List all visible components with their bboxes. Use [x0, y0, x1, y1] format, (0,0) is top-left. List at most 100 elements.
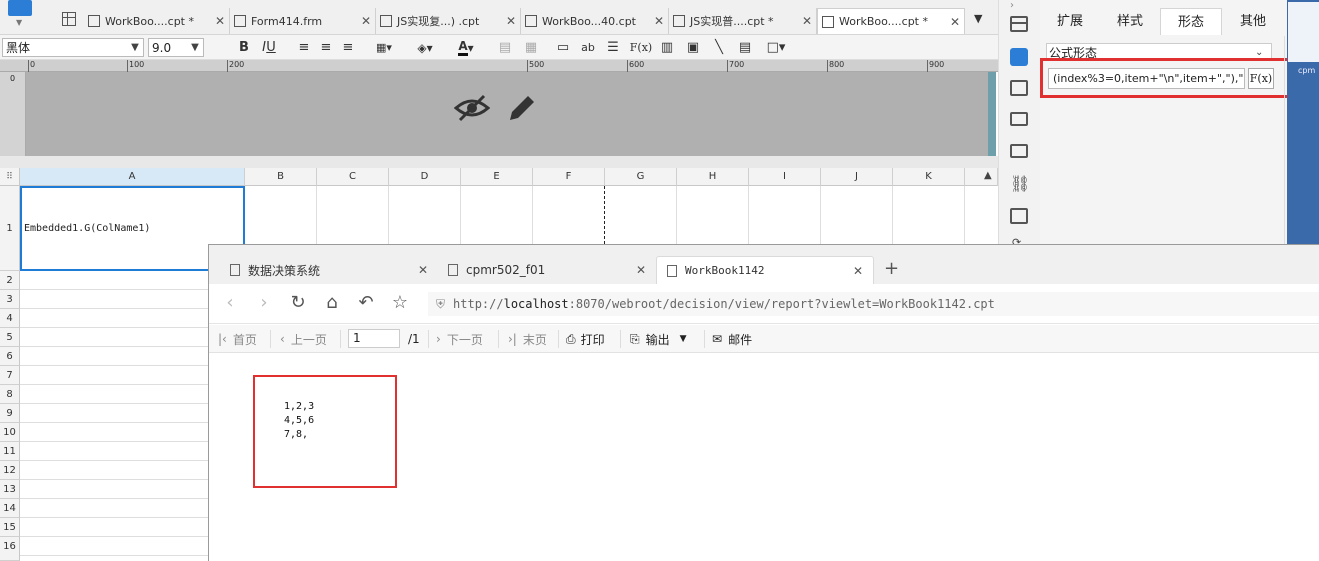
undo-icon[interactable]: ↶: [354, 291, 378, 315]
formula-fx-button[interactable]: F(x): [630, 39, 652, 56]
slash-line-icon[interactable]: ╲: [710, 39, 728, 56]
close-icon[interactable]: ✕: [946, 15, 960, 29]
frame-dropdown-icon[interactable]: □▾: [762, 39, 790, 56]
tab-workbook-1[interactable]: WorkBoo....cpt * ✕: [84, 8, 230, 34]
canvas-scrollbar[interactable]: [988, 72, 996, 156]
tab-extend[interactable]: 扩展: [1040, 8, 1100, 35]
import-icon[interactable]: [1010, 208, 1028, 224]
close-icon[interactable]: ✕: [211, 14, 225, 28]
close-icon[interactable]: ✕: [418, 263, 428, 277]
row-header-15[interactable]: 15: [0, 518, 20, 537]
grid-view-icon[interactable]: [62, 12, 76, 26]
widget-settings-icon[interactable]: [1010, 48, 1028, 66]
row-header-10[interactable]: 10: [0, 423, 20, 442]
prev-page-button[interactable]: ‹ 上一页: [280, 330, 327, 348]
align-right-icon[interactable]: ≡: [340, 39, 356, 56]
unmerge-cells-icon[interactable]: ▦: [522, 39, 540, 56]
row-header-12[interactable]: 12: [0, 461, 20, 480]
tab-style[interactable]: 样式: [1100, 8, 1160, 35]
new-tab-button[interactable]: +: [884, 256, 904, 282]
print-button[interactable]: ⎙ 打印: [566, 330, 605, 348]
row-header-2[interactable]: 2: [0, 271, 20, 290]
column-header-k[interactable]: K: [893, 168, 965, 186]
column-header-e[interactable]: E: [461, 168, 533, 186]
page-number-input[interactable]: 1: [348, 329, 400, 348]
export-button[interactable]: ⎘ 输出 ▼: [630, 330, 687, 348]
bookmark-star-icon[interactable]: ☆: [388, 291, 412, 315]
underline-button[interactable]: U: [263, 39, 279, 56]
tab-list-dropdown-icon[interactable]: ▼: [974, 12, 982, 25]
home-icon[interactable]: ⌂: [320, 291, 344, 315]
row-header-4[interactable]: 4: [0, 309, 20, 328]
row-header-16[interactable]: 16: [0, 537, 20, 561]
text-ab-icon[interactable]: ab: [578, 39, 598, 56]
close-icon[interactable]: ✕: [357, 14, 371, 28]
chart-icon[interactable]: ▥: [658, 39, 676, 56]
stack-icon[interactable]: [1010, 144, 1028, 158]
app-logo-chevron-icon[interactable]: ▼: [16, 18, 22, 27]
column-header-f[interactable]: F: [533, 168, 605, 186]
tab-form414[interactable]: Form414.frm ✕: [230, 8, 376, 34]
forward-icon[interactable]: ›: [252, 291, 276, 315]
tab-js-copy[interactable]: JS实现复...) .cpt ✕: [376, 8, 521, 34]
row-header-1[interactable]: 1: [0, 186, 20, 271]
mail-button[interactable]: ✉ 邮件: [712, 330, 752, 348]
browser-tab-workbook[interactable]: WorkBook1142 ✕: [656, 256, 874, 284]
row-header-14[interactable]: 14: [0, 499, 20, 518]
row-header-13[interactable]: 13: [0, 480, 20, 499]
back-icon[interactable]: ‹: [218, 291, 242, 315]
close-icon[interactable]: ✕: [853, 264, 863, 278]
cell-element-icon[interactable]: [1010, 16, 1028, 32]
column-header-g[interactable]: G: [605, 168, 677, 186]
tab-workbook-active[interactable]: WorkBoo....cpt * ✕: [817, 8, 965, 34]
align-left-icon[interactable]: ≡: [296, 39, 312, 56]
row-header-5[interactable]: 5: [0, 328, 20, 347]
close-icon[interactable]: ✕: [636, 263, 646, 277]
select-all-corner[interactable]: ⠿: [0, 168, 20, 186]
dropdown-widget-icon[interactable]: [1010, 112, 1028, 126]
subreport-icon[interactable]: ▤: [736, 39, 754, 56]
column-header-i[interactable]: I: [749, 168, 821, 186]
close-icon[interactable]: ✕: [798, 14, 812, 28]
column-header-d[interactable]: D: [389, 168, 461, 186]
last-page-button[interactable]: ›| 末页: [508, 330, 547, 348]
paragraph-icon[interactable]: ☰: [604, 39, 622, 56]
frame-icon[interactable]: [1010, 80, 1028, 96]
close-icon[interactable]: ✕: [502, 14, 516, 28]
column-header-c[interactable]: C: [317, 168, 389, 186]
align-center-icon[interactable]: ≡: [318, 39, 334, 56]
scroll-up-icon[interactable]: ▲: [984, 170, 992, 181]
column-header-j[interactable]: J: [821, 168, 893, 186]
close-icon[interactable]: ✕: [650, 14, 664, 28]
row-header-9[interactable]: 9: [0, 404, 20, 423]
app-logo-icon[interactable]: [8, 0, 32, 16]
font-size-select[interactable]: 9.0 ▼: [148, 38, 204, 57]
link-icon[interactable]: ⛓: [1010, 174, 1030, 193]
formula-input[interactable]: (index%3=0,item+"\n",item+","),""): [1048, 68, 1245, 89]
sidebar-scroll-icon[interactable]: ›: [1010, 0, 1014, 11]
insert-row-icon[interactable]: ▭: [554, 39, 572, 56]
browser-tab-decision[interactable]: 数据决策系统 ✕: [220, 256, 438, 284]
font-family-select[interactable]: 黑体 ▼: [2, 38, 144, 57]
first-page-button[interactable]: |‹ 首页: [218, 330, 257, 348]
merge-cells-icon[interactable]: ▤: [496, 39, 514, 56]
row-header-6[interactable]: 6: [0, 347, 20, 366]
tab-js-normal[interactable]: JS实现普....cpt * ✕: [669, 8, 817, 34]
image-icon[interactable]: ▣: [684, 39, 702, 56]
font-color-button[interactable]: A ▾: [450, 39, 482, 56]
tab-form[interactable]: 形态: [1160, 8, 1222, 35]
design-canvas[interactable]: [26, 72, 988, 156]
eye-hidden-icon[interactable]: [454, 92, 490, 124]
next-page-button[interactable]: › 下一页: [436, 330, 483, 348]
column-header-h[interactable]: H: [677, 168, 749, 186]
edit-pencil-icon[interactable]: [506, 92, 538, 124]
url-field[interactable]: ⛨ http:// localhost :8070/webroot/decisi…: [428, 292, 1319, 316]
fill-color-icon[interactable]: ◈▾: [410, 39, 440, 56]
tab-other[interactable]: 其他: [1222, 8, 1284, 35]
bold-button[interactable]: B: [236, 39, 252, 56]
formula-editor-button[interactable]: F(x): [1248, 68, 1274, 89]
browser-tab-cpmr[interactable]: cpmr502_f01 ✕: [438, 256, 656, 284]
reload-icon[interactable]: ↻: [286, 291, 310, 315]
tab-workbook-40[interactable]: WorkBoo...40.cpt ✕: [521, 8, 669, 34]
splitter[interactable]: [0, 156, 998, 168]
